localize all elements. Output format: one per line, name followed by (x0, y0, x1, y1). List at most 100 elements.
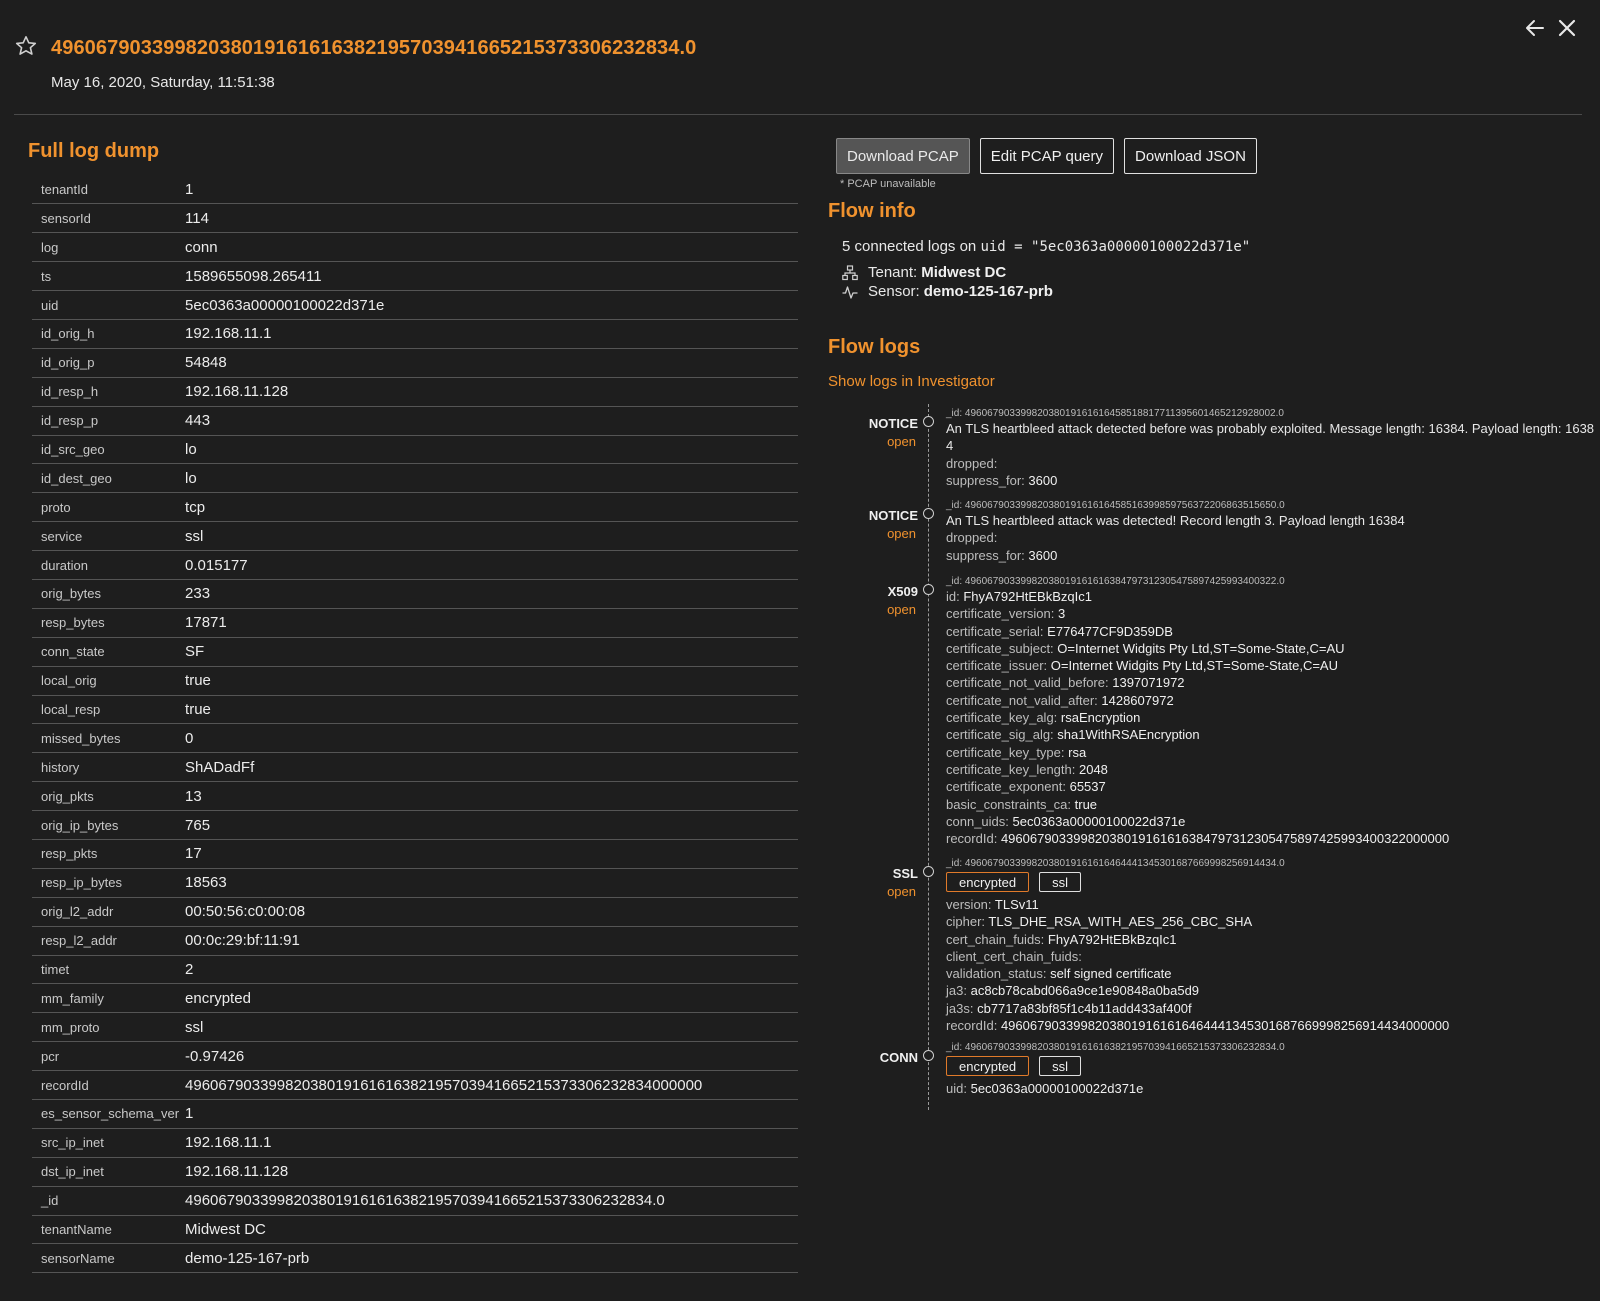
dump-row: pcr -0.97426 (32, 1041, 798, 1072)
log-field-value: O=Internet Widgits Pty Ltd,ST=Some-State… (1050, 658, 1338, 674)
dump-row: orig_l2_addr 00:50:56:c0:00:08 (32, 897, 798, 927)
log-field-key: certificate_serial: (946, 623, 1044, 639)
dump-row: mm_proto ssl (32, 1012, 798, 1043)
log-field-key: certificate_sig_alg: (946, 727, 1054, 743)
log-field-key: suppress_for: (946, 472, 1025, 488)
page-title: 4960679033998203801916161638219570394166… (51, 37, 697, 59)
dump-key: sensorId (32, 203, 180, 234)
dump-key: service (32, 521, 180, 552)
log-field-key: certificate_key_type: (946, 744, 1065, 760)
dump-key: id_resp_p (32, 406, 180, 436)
log-field: dropped: (946, 455, 1596, 472)
connected-prefix: 5 connected logs on (842, 238, 977, 255)
dump-key: mm_proto (32, 1012, 180, 1043)
dump-key: recordId (32, 1070, 180, 1100)
log-entry-body: _id: 49606790339982038019161616458516399… (946, 500, 1596, 564)
log-field-key: uid: (946, 1081, 967, 1096)
timeline-node-icon (923, 866, 934, 877)
dump-value: 192.168.11.128 (179, 1157, 798, 1187)
log-field: suppress_for: 3600 (946, 472, 1596, 489)
log-field-key: recordId: (946, 831, 998, 847)
log-entry-id: _id: 49606790339982038019161616458518817… (946, 408, 1284, 419)
dump-row: orig_bytes 233 (32, 579, 798, 609)
connected-uid-code: uid = "5ec0363a00000100022d371e" (980, 239, 1251, 255)
log-field-key: basic_constraints_ca: (946, 796, 1072, 812)
log-field-value: rsa (1068, 744, 1087, 760)
dump-row: tenantName Midwest DC (32, 1215, 798, 1245)
dump-row: id_src_geo lo (32, 435, 798, 465)
log-status-link[interactable]: open (887, 526, 916, 541)
dump-row: resp_ip_bytes 18563 (32, 868, 798, 898)
dump-row: mm_family encrypted (32, 983, 798, 1014)
close-icon[interactable] (1555, 16, 1579, 40)
dump-row: id_resp_h 192.168.11.128 (32, 377, 798, 407)
log-field: certificate_sig_alg: sha1WithRSAEncrypti… (946, 726, 1596, 743)
log-entry-body: _id: 49606790339982038019161616458518817… (946, 408, 1596, 489)
dump-value: ssl (179, 521, 798, 552)
log-field-value: ac8cb78cabd066a9ce1e90848a0ba5d9 (970, 983, 1200, 999)
dump-value: 4960679033998203801916161638219570394166… (179, 1070, 798, 1100)
dump-value: true (179, 666, 798, 696)
dump-value: 192.168.11.1 (179, 319, 798, 349)
download-json-button[interactable]: Download JSON (1124, 138, 1257, 174)
edit-pcap-query-button[interactable]: Edit PCAP query (979, 138, 1115, 174)
log-field-value: E776477CF9D359DB (1047, 623, 1173, 639)
dump-row: missed_bytes 0 (32, 723, 798, 754)
tag-badge: encrypted (946, 872, 1030, 892)
log-field: uid: 5ec0363a00000100022d371e (946, 1080, 1596, 1097)
log-field-value: TLS_DHE_RSA_WITH_AES_256_CBC_SHA (988, 914, 1253, 930)
dump-row: id_orig_p 54848 (32, 348, 798, 378)
tag-badge: ssl (1039, 872, 1081, 892)
log-field: certificate_key_alg: rsaEncryption (946, 709, 1596, 726)
dump-value: 54848 (179, 348, 798, 378)
dump-value: 2 (179, 955, 798, 985)
dump-row: _id 4960679033998203801916161638219570394… (32, 1186, 798, 1216)
dump-key: resp_bytes (32, 608, 180, 638)
dump-key: resp_l2_addr (32, 926, 180, 956)
back-arrow-icon[interactable] (1523, 16, 1547, 40)
dump-value: 1 (179, 175, 798, 205)
dump-value: 17 (179, 839, 798, 869)
log-message: An TLS heartbleed attack was detected! R… (946, 513, 1405, 528)
dump-key: id_orig_p (32, 348, 180, 378)
log-field-value: 1428607972 (1101, 692, 1174, 708)
log-status-link[interactable]: open (887, 434, 916, 449)
dump-row: conn_state SF (32, 637, 798, 667)
dump-value: lo (179, 463, 798, 494)
dump-value: 233 (179, 579, 798, 609)
network-icon (842, 264, 858, 280)
dump-value: 00:50:56:c0:00:08 (179, 897, 798, 927)
dump-value: tcp (179, 492, 798, 523)
dump-key: uid (32, 290, 180, 320)
dump-key: _id (32, 1186, 180, 1216)
show-logs-in-investigator-link[interactable]: Show logs in Investigator (828, 373, 995, 390)
log-status-link[interactable]: open (887, 884, 916, 899)
download-pcap-button[interactable]: Download PCAP (836, 138, 970, 174)
log-field-value: FhyA792HtEBkBzqIc1 (1047, 931, 1177, 947)
dump-row: id_dest_geo lo (32, 463, 798, 494)
log-status-link[interactable]: open (887, 602, 916, 617)
dump-row: service ssl (32, 521, 798, 552)
log-field-key: recordId: (946, 1018, 998, 1034)
log-field-key: certificate_exponent: (946, 779, 1066, 795)
dump-row: log conn (32, 232, 798, 263)
log-field-value: 2048 (1078, 761, 1108, 777)
dump-key: src_ip_inet (32, 1128, 180, 1158)
log-field-value: true (1074, 796, 1098, 812)
log-field: certificate_key_type: rsa (946, 744, 1596, 761)
tag-badge: ssl (1039, 1056, 1081, 1076)
log-field-value: 3600 (1028, 547, 1058, 563)
dump-value: 1 (179, 1099, 798, 1129)
dump-key: pcr (32, 1041, 180, 1072)
dump-row: history ShADadFf (32, 752, 798, 783)
star-icon[interactable] (14, 34, 38, 58)
log-field-key: id: (946, 589, 960, 604)
log-field: recordId: 496067903399820380191616163847… (946, 830, 1596, 847)
timeline-node-icon (923, 584, 934, 595)
log-field-value: 5ec0363a00000100022d371e (970, 1081, 1144, 1096)
dump-value: 443 (179, 406, 798, 436)
dump-key: history (32, 752, 180, 783)
log-field: dropped: (946, 529, 1596, 546)
connected-logs-summary: 5 connected logs on uid = "5ec0363a00000… (842, 238, 1250, 255)
dump-key: orig_bytes (32, 579, 180, 609)
